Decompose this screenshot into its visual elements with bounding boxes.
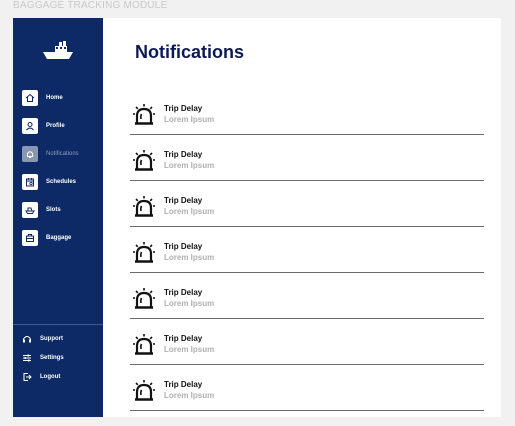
sidebar-item-label: Support bbox=[40, 336, 63, 342]
sidebar-item-settings[interactable]: Settings bbox=[22, 352, 64, 364]
notification-item[interactable]: Trip Delay Lorem Ipsum bbox=[130, 144, 484, 190]
sidebar-divider bbox=[13, 324, 103, 325]
notification-title: Trip Delay bbox=[164, 380, 203, 389]
notification-subtitle: Lorem Ipsum bbox=[164, 391, 215, 400]
sidebar-item-label: Settings bbox=[40, 355, 64, 361]
sidebar-item-home[interactable]: Home bbox=[22, 89, 63, 107]
sidebar-item-slots[interactable]: Slots bbox=[22, 201, 61, 219]
notification-subtitle: Lorem Ipsum bbox=[164, 115, 215, 124]
sidebar-item-label: Home bbox=[46, 95, 63, 101]
notification-item[interactable]: Trip Delay Lorem Ipsum bbox=[130, 374, 484, 420]
notification-item[interactable]: Trip Delay Lorem Ipsum bbox=[130, 190, 484, 236]
user-icon bbox=[22, 118, 38, 134]
sidebar-item-label: Slots bbox=[46, 207, 61, 213]
sidebar-item-label: Profile bbox=[46, 123, 65, 129]
notification-subtitle: Lorem Ipsum bbox=[164, 345, 215, 354]
sidebar-item-logout[interactable]: Logout bbox=[22, 371, 60, 383]
calendar-icon bbox=[22, 174, 38, 190]
alarm-bell-icon bbox=[133, 150, 155, 171]
notification-item[interactable]: Trip Delay Lorem Ipsum bbox=[130, 328, 484, 374]
logout-icon bbox=[23, 373, 32, 381]
notification-subtitle: Lorem Ipsum bbox=[164, 207, 215, 216]
sidebar-item-support[interactable]: Support bbox=[22, 333, 63, 345]
notification-divider bbox=[130, 134, 484, 135]
sidebar-item-label: Schedules bbox=[46, 179, 77, 185]
sidebar-item-label: Baggage bbox=[46, 235, 72, 241]
sidebar-item-baggage[interactable]: Baggage bbox=[22, 229, 71, 247]
alarm-bell-icon bbox=[133, 288, 155, 309]
alarm-bell-icon bbox=[133, 380, 155, 401]
alarm-bell-icon bbox=[133, 334, 155, 355]
notification-item[interactable]: Trip Delay Lorem Ipsum bbox=[130, 98, 484, 144]
sidebar-item-label: Notifications bbox=[46, 151, 79, 157]
notification-subtitle: Lorem Ipsum bbox=[164, 253, 215, 262]
sidebar-item-label: Logout bbox=[40, 374, 61, 380]
bell-icon bbox=[22, 146, 38, 162]
notification-title: Trip Delay bbox=[164, 288, 203, 297]
notification-item[interactable]: Trip Delay Lorem Ipsum bbox=[130, 282, 484, 328]
luggage-icon bbox=[22, 230, 38, 246]
home-icon bbox=[22, 90, 38, 106]
alarm-bell-icon bbox=[133, 196, 155, 217]
notification-subtitle: Lorem Ipsum bbox=[164, 161, 215, 170]
alarm-bell-icon bbox=[133, 104, 155, 125]
notification-divider bbox=[130, 226, 484, 227]
notification-title: Trip Delay bbox=[164, 334, 203, 343]
notification-title: Trip Delay bbox=[164, 242, 203, 251]
notification-item[interactable]: Trip Delay Lorem Ipsum bbox=[130, 236, 484, 282]
app-frame: Home Profile Notifications Schedules Slo bbox=[13, 18, 501, 417]
notification-divider bbox=[130, 180, 484, 181]
notification-title: Trip Delay bbox=[164, 150, 203, 159]
notification-divider bbox=[130, 318, 484, 319]
notification-divider bbox=[130, 364, 484, 365]
sidebar: Home Profile Notifications Schedules Slo bbox=[13, 18, 103, 417]
sliders-icon bbox=[23, 354, 31, 362]
headset-icon bbox=[23, 336, 31, 343]
notification-subtitle: Lorem Ipsum bbox=[164, 299, 215, 308]
alarm-bell-icon bbox=[133, 242, 155, 263]
module-label: BAGGAGE TRACKING MODULE bbox=[13, 0, 168, 11]
sidebar-item-profile[interactable]: Profile bbox=[22, 117, 65, 135]
notification-title: Trip Delay bbox=[164, 196, 203, 205]
notification-divider bbox=[130, 272, 484, 273]
page-title: Notifications bbox=[135, 42, 245, 62]
boat-icon bbox=[22, 202, 38, 218]
ship-icon bbox=[43, 41, 73, 59]
sidebar-item-notifications[interactable]: Notifications bbox=[22, 145, 79, 163]
notification-divider bbox=[130, 410, 484, 411]
sidebar-item-schedules[interactable]: Schedules bbox=[22, 173, 76, 191]
notification-title: Trip Delay bbox=[164, 104, 203, 113]
